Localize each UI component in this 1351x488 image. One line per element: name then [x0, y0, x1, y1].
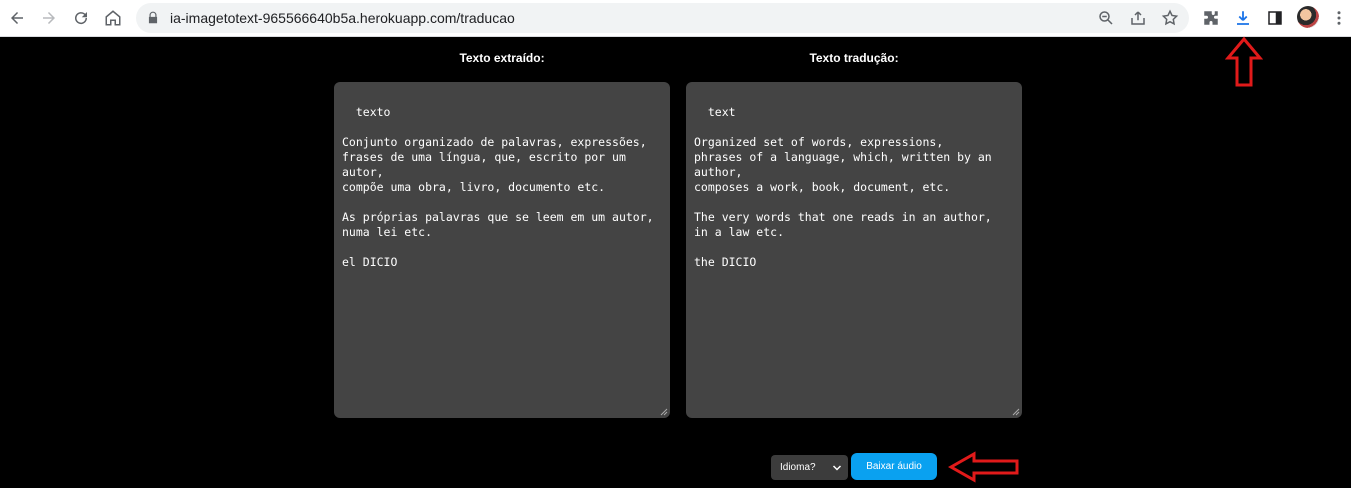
- download-audio-button[interactable]: Baixar áudio: [851, 453, 937, 480]
- zoom-icon[interactable]: [1097, 9, 1115, 27]
- address-bar[interactable]: ia-imagetotext-965566640b5a.herokuapp.co…: [136, 3, 1189, 33]
- chevron-down-icon: [832, 465, 842, 471]
- reload-icon[interactable]: [68, 5, 94, 31]
- translated-text: text Organized set of words, expressions…: [694, 105, 992, 269]
- browser-toolbar: ia-imagetotext-965566640b5a.herokuapp.co…: [0, 0, 1351, 37]
- extensions-icon[interactable]: [1198, 5, 1224, 31]
- side-panel-icon[interactable]: [1262, 5, 1288, 31]
- translated-textarea[interactable]: text Organized set of words, expressions…: [686, 82, 1022, 418]
- star-icon[interactable]: [1161, 9, 1179, 27]
- back-arrow-icon[interactable]: [4, 5, 30, 31]
- extracted-textarea[interactable]: texto Conjunto organizado de palavras, e…: [334, 82, 670, 418]
- translated-text-title: Texto tradução:: [809, 51, 899, 65]
- resize-grip-icon[interactable]: [1012, 408, 1020, 416]
- profile-avatar[interactable]: [1297, 6, 1319, 28]
- download-icon[interactable]: [1230, 5, 1256, 31]
- language-select-value: Idioma?: [780, 462, 816, 473]
- resize-grip-icon[interactable]: [660, 408, 668, 416]
- forward-arrow-icon[interactable]: [36, 5, 62, 31]
- url-text[interactable]: ia-imagetotext-965566640b5a.herokuapp.co…: [170, 10, 515, 26]
- share-icon[interactable]: [1129, 9, 1147, 27]
- extracted-text: texto Conjunto organizado de palavras, e…: [342, 105, 654, 269]
- lock-icon[interactable]: [146, 11, 160, 25]
- language-select[interactable]: Idioma?: [771, 455, 848, 480]
- annotation-arrow-up-icon: [1225, 36, 1263, 87]
- extracted-text-title: Texto extraído:: [459, 51, 545, 65]
- home-icon[interactable]: [100, 5, 126, 31]
- menu-kebab-icon[interactable]: [1326, 5, 1351, 31]
- annotation-arrow-left-icon: [948, 451, 1019, 483]
